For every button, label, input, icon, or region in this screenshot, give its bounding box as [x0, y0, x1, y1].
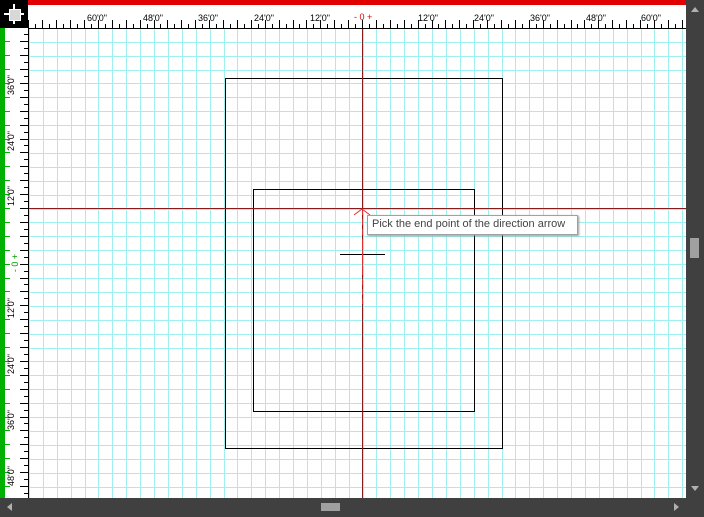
drawing-workspace: 60'0" 48'0" 36'0" 24'0" 12'0" - 0 + 12'0…	[0, 0, 704, 517]
canvas-svg	[29, 29, 686, 498]
arrow-left-icon[interactable]	[7, 503, 12, 511]
vertical-ruler[interactable]: 36'0" 24'0" 12'0" - 0 + 12'0" 24'0" 36'0…	[0, 28, 29, 498]
drawing-canvas[interactable]	[29, 29, 686, 498]
hruler-label: 36'0"	[530, 13, 550, 23]
vruler-label: 12'0"	[5, 298, 16, 318]
vruler-origin-label: - 0 +	[10, 253, 21, 273]
horizontal-ruler[interactable]: 60'0" 48'0" 36'0" 24'0" 12'0" - 0 + 12'0…	[28, 0, 686, 29]
hruler-label: 24'0"	[254, 13, 274, 23]
hruler-label: 60'0"	[87, 13, 107, 23]
hruler-label: 24'0"	[474, 13, 494, 23]
origin-box	[9, 9, 21, 21]
arrow-down-icon[interactable]	[691, 486, 699, 491]
vruler-label: 48'0"	[5, 466, 16, 486]
arrow-up-icon[interactable]	[691, 7, 699, 12]
vruler-origin-value: 0	[10, 261, 21, 267]
vruler-label: 36'0"	[5, 75, 16, 95]
grid-lines	[29, 29, 686, 498]
scrollbar-corner	[686, 498, 704, 517]
hruler-label: 36'0"	[198, 13, 218, 23]
vertical-scroll-thumb[interactable]	[690, 238, 699, 258]
vruler-label: 12'0"	[5, 186, 16, 206]
hruler-label: 12'0"	[418, 13, 438, 23]
hruler-label: 48'0"	[143, 13, 163, 23]
vruler-label: 24'0"	[5, 354, 16, 374]
horizontal-scroll-thumb[interactable]	[321, 503, 340, 511]
hruler-label: 60'0"	[641, 13, 661, 23]
hruler-label: 12'0"	[310, 13, 330, 23]
hruler-origin-label: - 0 +	[354, 12, 373, 22]
ruler-corner[interactable]	[0, 0, 28, 28]
command-prompt-tooltip: Pick the end point of the direction arro…	[367, 215, 579, 235]
arrow-right-icon[interactable]	[674, 503, 679, 511]
horizontal-scrollbar[interactable]	[0, 498, 686, 517]
vruler-label: 24'0"	[5, 131, 16, 151]
horizontal-scrollbar-arrows	[7, 503, 679, 511]
hruler-label: 48'0"	[586, 13, 606, 23]
vruler-label: 36'0"	[5, 410, 16, 430]
vertical-scrollbar[interactable]	[686, 0, 704, 498]
hruler-origin-value: 0	[359, 12, 365, 22]
